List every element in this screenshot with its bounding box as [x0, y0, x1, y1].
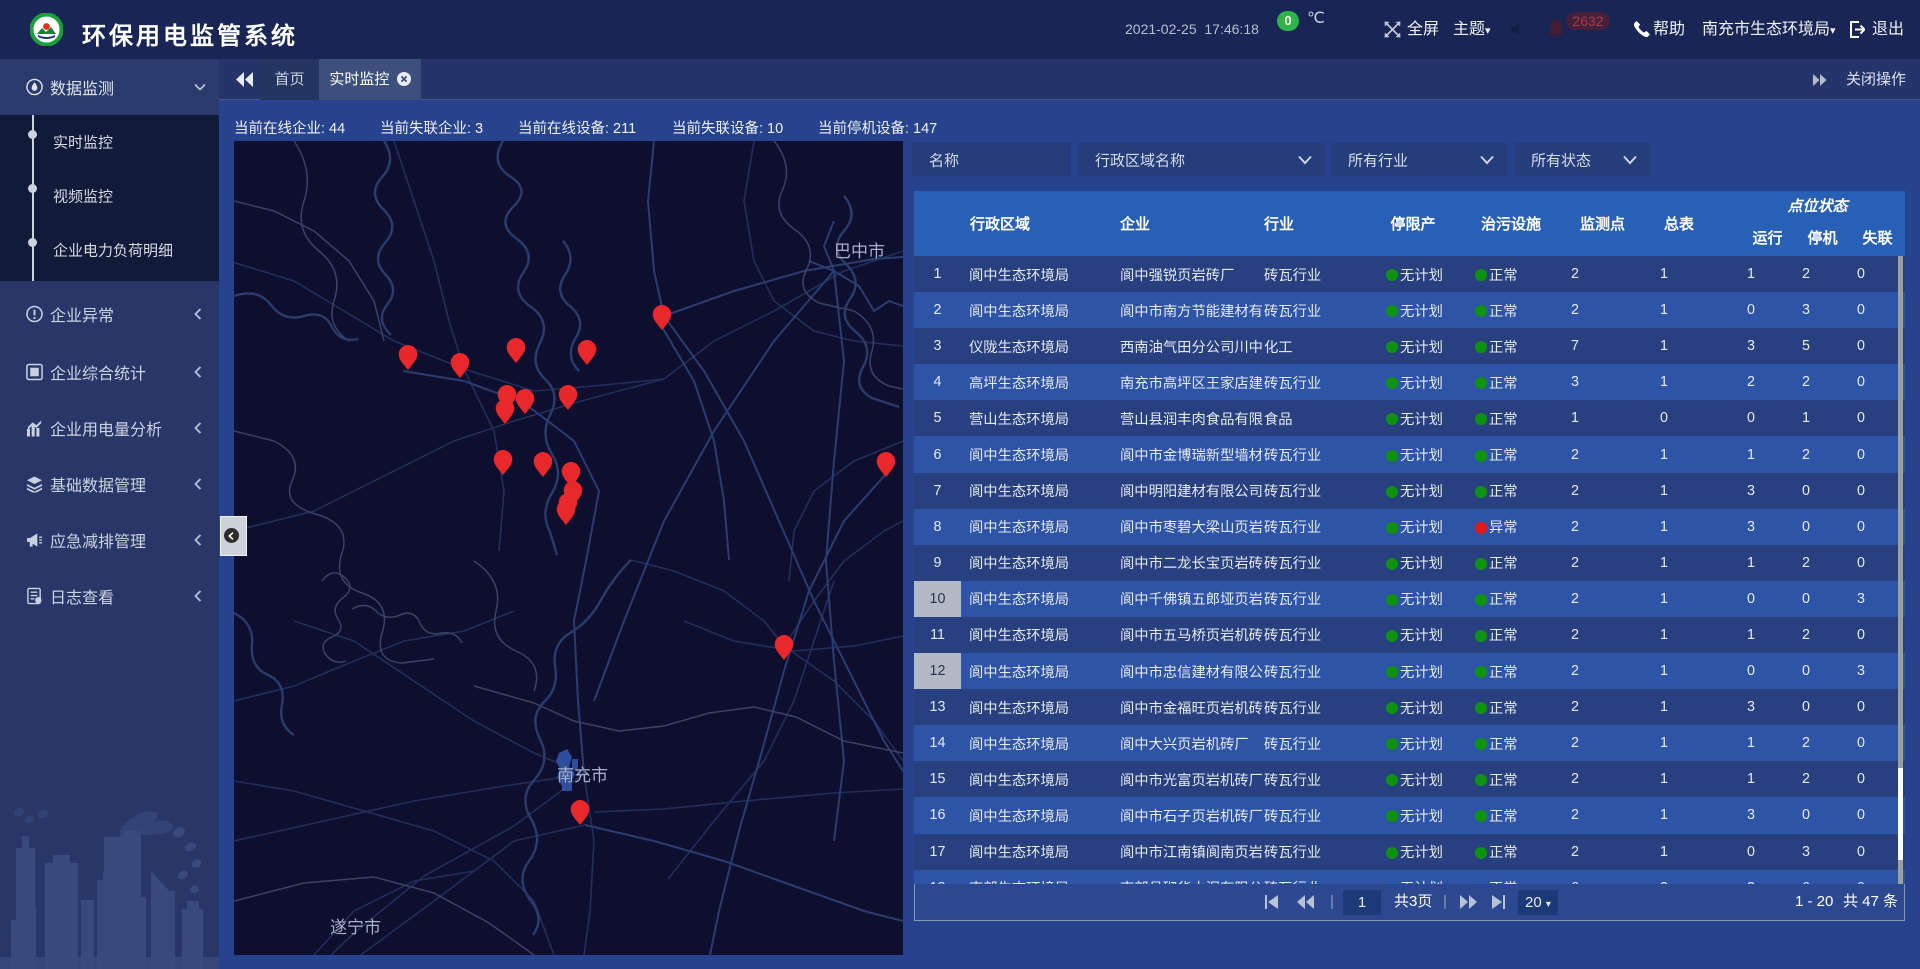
svg-text:巴中市: 巴中市: [834, 242, 885, 261]
svg-text:南充市: 南充市: [557, 766, 608, 785]
svg-text:遂宁市: 遂宁市: [330, 918, 381, 937]
